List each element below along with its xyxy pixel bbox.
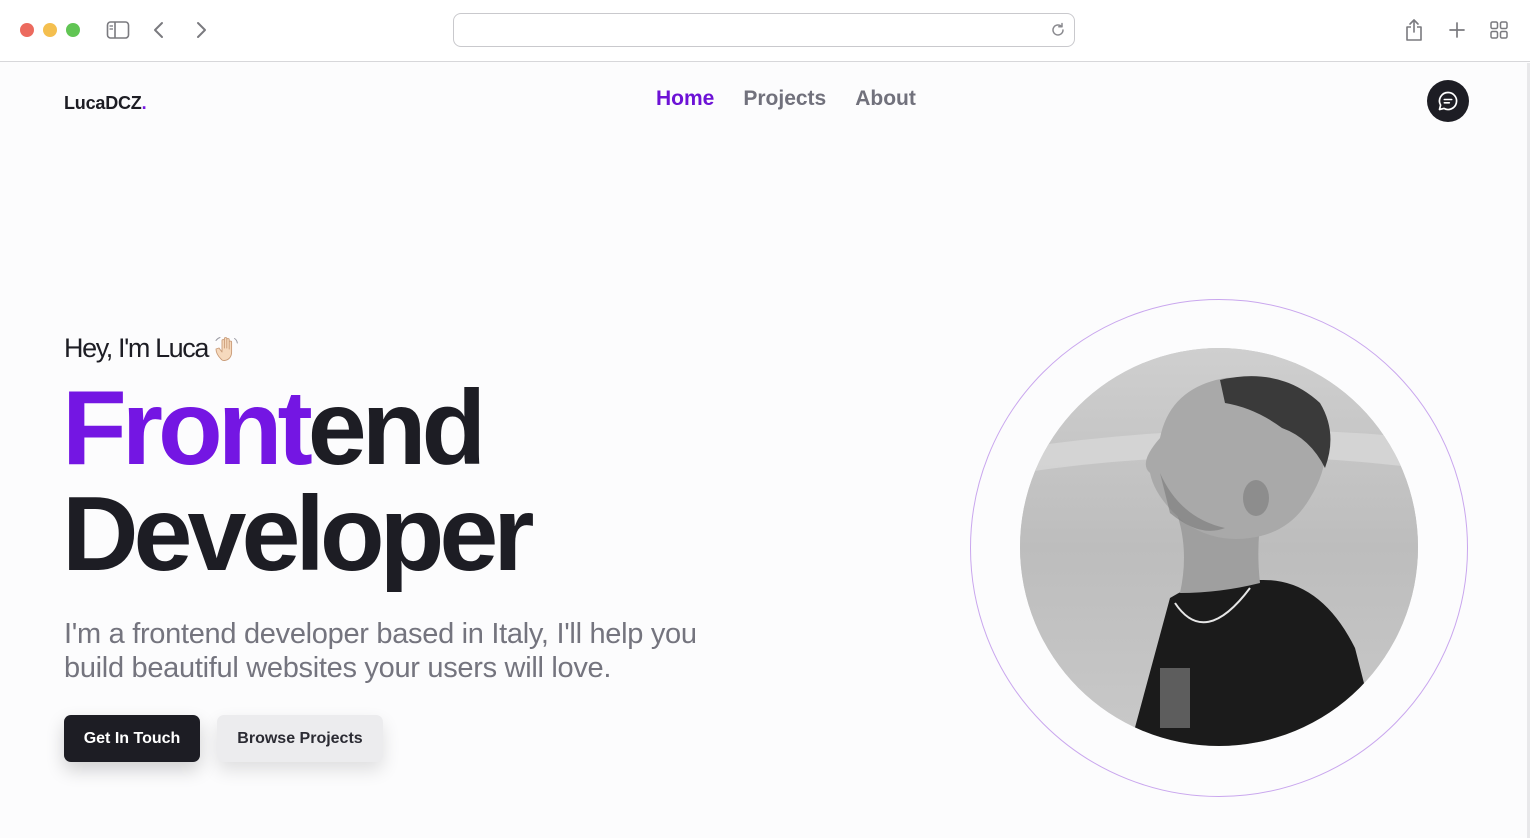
- get-in-touch-button[interactable]: Get In Touch: [64, 715, 200, 762]
- browse-projects-button[interactable]: Browse Projects: [217, 715, 383, 762]
- address-bar[interactable]: [453, 13, 1075, 47]
- chevron-left-icon[interactable]: [148, 18, 170, 42]
- logo-text: LucaDCZ: [64, 93, 142, 113]
- nav-link-about[interactable]: About: [855, 87, 916, 111]
- main-nav: Home Projects About: [656, 87, 916, 111]
- plus-icon[interactable]: [1446, 19, 1468, 41]
- browser-toolbar: [0, 0, 1530, 62]
- logo-dot: .: [141, 93, 147, 113]
- hero-tagline: I'm a frontend developer based in Italy,…: [64, 617, 764, 685]
- site-logo[interactable]: LucaDCZ.: [64, 93, 147, 114]
- minimize-window-button[interactable]: [43, 23, 57, 37]
- close-window-button[interactable]: [20, 23, 34, 37]
- chevron-right-icon[interactable]: [190, 18, 212, 42]
- greeting-text: Hey, I'm Luca: [64, 333, 209, 363]
- web-page: LucaDCZ. Home Projects About Hey, I'm Lu…: [0, 63, 1530, 838]
- chat-icon: [1438, 91, 1458, 111]
- share-icon[interactable]: [1403, 17, 1425, 43]
- reload-icon[interactable]: [1050, 22, 1066, 38]
- waving-hand-icon: [212, 334, 242, 364]
- hero-headline: Frontend Developer: [62, 375, 535, 587]
- tagline-line2: build beautiful websites your users will…: [64, 652, 612, 684]
- headline-accent: Front: [62, 369, 313, 487]
- nav-link-projects[interactable]: Projects: [743, 87, 826, 111]
- hero-greeting: Hey, I'm Luca: [64, 333, 242, 364]
- nav-link-home[interactable]: Home: [656, 87, 714, 111]
- chat-button[interactable]: [1427, 80, 1469, 122]
- headline-rest: end: [307, 369, 486, 487]
- profile-photo: [1020, 348, 1418, 746]
- browser-window: LucaDCZ. Home Projects About Hey, I'm Lu…: [0, 0, 1530, 838]
- grid-icon[interactable]: [1488, 19, 1510, 41]
- window-controls: [20, 23, 80, 37]
- sidebar-toggle-icon[interactable]: [104, 18, 132, 42]
- zoom-window-button[interactable]: [66, 23, 80, 37]
- headline-line2: Developer: [62, 475, 535, 593]
- tagline-line1: I'm a frontend developer based in Italy,…: [64, 618, 697, 650]
